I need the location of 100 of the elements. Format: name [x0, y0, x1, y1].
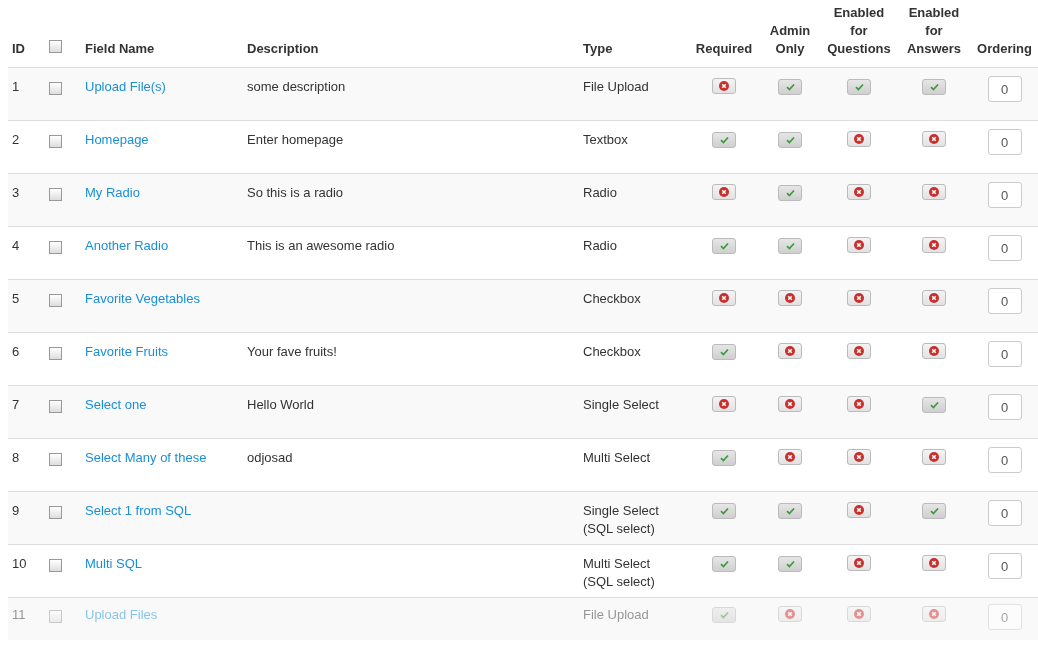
cross-circle-icon	[854, 609, 864, 619]
column-header: Ordering	[977, 41, 1032, 56]
type-text: Checkbox	[583, 343, 641, 361]
cross-toggle-button[interactable]	[922, 131, 946, 147]
field-name-link[interactable]: Favorite Vegetables	[85, 291, 200, 306]
cross-circle-icon	[785, 293, 795, 303]
ordering-input[interactable]: 0	[987, 182, 1022, 208]
ordering-input[interactable]: 0	[987, 553, 1022, 579]
cross-toggle-button[interactable]	[847, 184, 871, 200]
cross-toggle-button[interactable]	[778, 396, 802, 412]
cross-toggle-button[interactable]	[922, 184, 946, 200]
check-toggle-button[interactable]	[712, 238, 736, 254]
row-checkbox[interactable]	[49, 347, 62, 360]
field-name-link[interactable]: Select Many of these	[85, 450, 207, 465]
ordering-input[interactable]: 0	[987, 394, 1022, 420]
cross-toggle-button[interactable]	[712, 396, 736, 412]
cross-toggle-button[interactable]	[712, 78, 736, 94]
cross-toggle-button[interactable]	[922, 237, 946, 253]
ordering-input[interactable]: 0	[987, 447, 1022, 473]
type-text: Single Select (SQL select)	[583, 502, 660, 538]
cross-toggle-button[interactable]	[712, 184, 736, 200]
field-name-link[interactable]: Another Radio	[85, 238, 169, 253]
check-toggle-button[interactable]	[778, 132, 802, 148]
id-text: 11	[12, 607, 26, 622]
row-checkbox[interactable]	[49, 241, 62, 254]
ordering-input[interactable]: 0	[987, 500, 1022, 526]
check-toggle-button[interactable]	[712, 607, 736, 623]
check-toggle-button[interactable]	[778, 503, 802, 519]
id-text: 7	[12, 397, 20, 412]
check-toggle-button[interactable]	[778, 79, 802, 95]
cross-toggle-button[interactable]	[922, 343, 946, 359]
check-toggle-button[interactable]	[922, 397, 946, 413]
select-all-checkbox[interactable]	[49, 40, 62, 53]
cross-circle-icon	[785, 399, 795, 409]
column-header: Enabled for Answers	[906, 5, 962, 56]
cross-circle-icon	[719, 81, 729, 91]
cross-toggle-button[interactable]	[922, 290, 946, 306]
field-name-link[interactable]: Favorite Fruits	[85, 344, 169, 359]
check-toggle-button[interactable]	[712, 503, 736, 519]
check-toggle-button[interactable]	[712, 556, 736, 572]
cross-toggle-button[interactable]	[778, 606, 802, 622]
field-name-link[interactable]: Upload File(s)	[85, 79, 166, 94]
id-text: 2	[12, 132, 20, 147]
field-name-link[interactable]: Select 1 from SQL	[85, 503, 192, 518]
cross-toggle-button[interactable]	[922, 555, 946, 571]
cross-toggle-button[interactable]	[847, 449, 871, 465]
cross-toggle-button[interactable]	[778, 343, 802, 359]
description-text: some description	[247, 79, 346, 94]
field-name-link[interactable]: My Radio	[85, 185, 140, 200]
cross-circle-icon	[719, 399, 729, 409]
cross-toggle-button[interactable]	[847, 343, 871, 359]
cross-toggle-button[interactable]	[778, 449, 802, 465]
check-toggle-button[interactable]	[712, 450, 736, 466]
ordering-input[interactable]: 0	[987, 235, 1022, 261]
id-text: 8	[12, 450, 20, 465]
row-checkbox[interactable]	[49, 453, 62, 466]
check-toggle-button[interactable]	[778, 185, 802, 201]
field-name-link[interactable]: Homepage	[85, 132, 149, 147]
row-checkbox[interactable]	[49, 400, 62, 413]
row-checkbox[interactable]	[49, 506, 62, 519]
check-icon	[719, 136, 729, 144]
cross-toggle-button[interactable]	[847, 555, 871, 571]
cross-toggle-button[interactable]	[778, 290, 802, 306]
ordering-input[interactable]: 0	[987, 288, 1022, 314]
row-checkbox[interactable]	[49, 559, 62, 572]
cross-toggle-button[interactable]	[847, 237, 871, 253]
check-icon	[785, 136, 795, 144]
ordering-input[interactable]: 0	[987, 341, 1022, 367]
check-toggle-button[interactable]	[922, 79, 946, 95]
type-text: File Upload	[583, 606, 649, 624]
ordering-input[interactable]: 0	[987, 604, 1022, 630]
check-icon	[929, 401, 939, 409]
cross-toggle-button[interactable]	[922, 449, 946, 465]
row-checkbox[interactable]	[49, 294, 62, 307]
cross-toggle-button[interactable]	[712, 290, 736, 306]
cross-toggle-button[interactable]	[847, 131, 871, 147]
row-checkbox[interactable]	[49, 610, 62, 623]
cross-toggle-button[interactable]	[847, 502, 871, 518]
row-checkbox[interactable]	[49, 135, 62, 148]
cross-circle-icon	[929, 346, 939, 356]
row-checkbox[interactable]	[49, 82, 62, 95]
row-checkbox[interactable]	[49, 188, 62, 201]
cross-circle-icon	[854, 452, 864, 462]
check-icon	[785, 560, 795, 568]
check-toggle-button[interactable]	[922, 503, 946, 519]
cross-toggle-button[interactable]	[847, 396, 871, 412]
cross-circle-icon	[854, 187, 864, 197]
ordering-input[interactable]: 0	[987, 76, 1022, 102]
field-name-link[interactable]: Multi SQL	[85, 556, 143, 571]
cross-toggle-button[interactable]	[847, 290, 871, 306]
check-toggle-button[interactable]	[712, 344, 736, 360]
cross-toggle-button[interactable]	[847, 606, 871, 622]
field-name-link[interactable]: Select one	[85, 397, 147, 412]
check-toggle-button[interactable]	[847, 79, 871, 95]
check-toggle-button[interactable]	[778, 238, 802, 254]
check-toggle-button[interactable]	[778, 556, 802, 572]
cross-toggle-button[interactable]	[922, 606, 946, 622]
ordering-input[interactable]: 0	[987, 129, 1022, 155]
description-text: Hello World	[247, 397, 314, 412]
check-toggle-button[interactable]	[712, 132, 736, 148]
